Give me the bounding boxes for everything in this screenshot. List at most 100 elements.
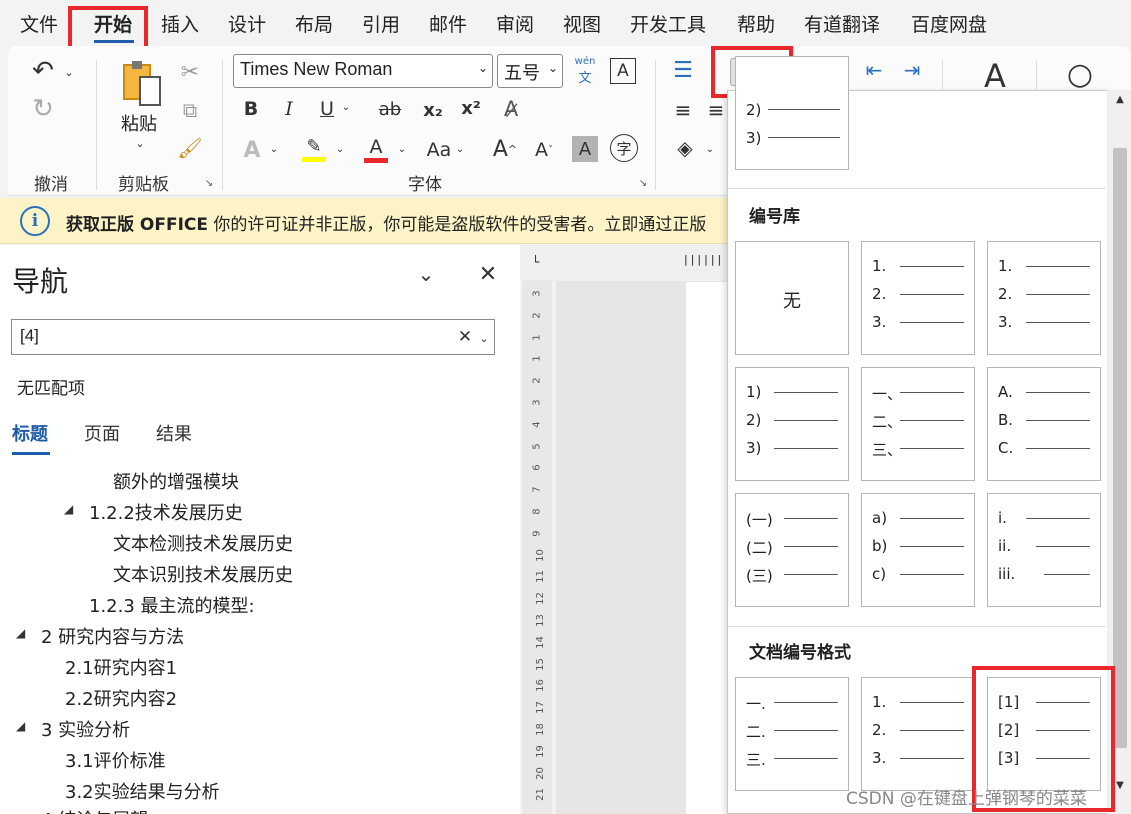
notification-message: 你的许可证并非正版，你可能是盗版软件的受害者。立即通过正版 [208, 215, 707, 235]
font-name-select[interactable]: Times New Roman ⌄ [233, 54, 493, 88]
scroll-up-icon[interactable]: ▲ [1112, 92, 1128, 106]
undo-icon[interactable]: ↶ [28, 56, 58, 86]
menu-review[interactable]: 审阅 [496, 10, 534, 37]
collapse-triangle-icon[interactable]: ◢ [16, 626, 25, 640]
copy-icon[interactable]: ⧉ [176, 96, 204, 124]
numbering-format-tile[interactable]: 1. 2. 3. [861, 241, 975, 355]
collapse-triangle-icon[interactable]: ◢ [16, 719, 25, 733]
menu-youdao[interactable]: 有道翻译 [804, 10, 880, 37]
numbering-format-tile[interactable]: i. ii. iii. [987, 493, 1101, 607]
superscript-button[interactable]: x² [456, 94, 486, 122]
tab-headings[interactable]: 标题 [12, 420, 48, 446]
search-options-chevron-icon[interactable]: ⌄ [477, 328, 491, 348]
font-color-dropdown-icon[interactable]: ⌄ [396, 142, 408, 156]
numbering-format-tile[interactable]: (一) (二) (三) [735, 493, 849, 607]
heading-item[interactable]: 3 实验分析 [41, 716, 130, 742]
menu-layout[interactable]: 布局 [295, 10, 333, 37]
numbering-format-tile[interactable]: 一. 二. 三. [735, 677, 849, 791]
numbering-none-tile[interactable]: 无 [735, 241, 849, 355]
character-shading-button[interactable]: A [572, 136, 598, 162]
menu-baidu[interactable]: 百度网盘 [911, 10, 987, 37]
redo-icon[interactable]: ↻ [28, 94, 58, 124]
shading-icon[interactable]: ◈ [668, 134, 702, 162]
numbering-format-tile[interactable]: 1. 2. 3. [987, 241, 1101, 355]
ruler-corner: └ [520, 245, 556, 281]
underline-dropdown-icon[interactable]: ⌄ [340, 100, 352, 114]
document-page[interactable] [686, 282, 728, 814]
shrink-font-letter: A [535, 139, 548, 161]
clipboard-launcher-icon[interactable]: ↘ [202, 176, 216, 190]
font-launcher-icon[interactable]: ↘ [636, 176, 650, 190]
highlight-icon[interactable]: ✎ [300, 134, 328, 164]
align-center-icon[interactable]: ≡ [706, 96, 726, 124]
close-icon[interactable]: ✕ [474, 260, 502, 288]
phonetic-guide-icon[interactable]: wén 文 [572, 56, 598, 86]
numbering-format-tile[interactable]: 1. 2. 3. [861, 677, 975, 791]
numbering-format-tile[interactable]: A. B. C. [987, 367, 1101, 481]
heading-item[interactable]: 2.1研究内容1 [65, 654, 177, 680]
paste-icon[interactable] [118, 58, 166, 108]
ruler-number: 16 [534, 679, 546, 693]
clear-formatting-icon[interactable]: A̷ [496, 94, 526, 124]
change-case-button[interactable]: Aa [422, 136, 456, 164]
tile-row-label: A. [998, 383, 1013, 401]
ruler-number: 3 [531, 290, 543, 297]
menu-design[interactable]: 设计 [228, 10, 266, 37]
heading-item[interactable]: 4 结论与展望 [41, 806, 148, 814]
heading-item[interactable]: 2.2研究内容2 [65, 685, 177, 711]
grow-font-button[interactable]: A ^ [490, 134, 520, 164]
enclose-characters-button[interactable]: 字 [610, 134, 638, 162]
font-color-icon[interactable]: A [362, 134, 390, 164]
character-border-icon[interactable]: A [610, 58, 636, 84]
menu-view[interactable]: 视图 [563, 10, 601, 37]
strikethrough-button[interactable]: ab [374, 96, 406, 122]
menu-insert[interactable]: 插入 [161, 10, 199, 37]
format-painter-icon[interactable]: 🖌 [176, 134, 204, 162]
collapse-triangle-icon[interactable]: ◢ [64, 502, 73, 516]
heading-item[interactable]: 额外的增强模块 [113, 468, 239, 494]
highlight-dropdown-icon[interactable]: ⌄ [334, 142, 346, 156]
numbering-format-tile[interactable]: a) b) c) [861, 493, 975, 607]
numbering-format-tile[interactable]: 1) 2) 3) [735, 367, 849, 481]
bold-button[interactable]: B [238, 96, 264, 122]
tile-line [900, 392, 964, 393]
heading-item[interactable]: 3.1评价标准 [65, 747, 166, 773]
menu-file[interactable]: 文件 [20, 10, 58, 37]
menu-references[interactable]: 引用 [362, 10, 400, 37]
heading-item[interactable]: 1.2.3 最主流的模型: [89, 592, 255, 618]
paste-dropdown-icon[interactable]: ⌄ [132, 136, 148, 150]
menu-developer[interactable]: 开发工具 [630, 10, 706, 37]
horizontal-ruler: |||||| [556, 245, 728, 281]
heading-item[interactable]: 3.2实验结果与分析 [65, 778, 220, 804]
subscript-button[interactable]: x₂ [418, 96, 448, 124]
menu-bar: 文件 开始 插入 设计 布局 引用 邮件 审阅 视图 开发工具 帮助 有道翻译 … [0, 0, 1131, 50]
bullets-icon[interactable]: ☰ [668, 56, 698, 84]
tile-row-label: (二) [746, 539, 773, 557]
tab-selector-icon[interactable]: └ [532, 255, 539, 269]
underline-button[interactable]: U [314, 96, 340, 122]
tab-results[interactable]: 结果 [156, 420, 192, 446]
heading-item[interactable]: 1.2.2技术发展历史 [89, 499, 243, 525]
menu-mailings[interactable]: 邮件 [429, 10, 467, 37]
italic-button[interactable]: I [276, 96, 302, 122]
numbering-format-tile[interactable]: 一、 二、 三、 [861, 367, 975, 481]
heading-item[interactable]: 2 研究内容与方法 [41, 623, 184, 649]
shrink-font-button[interactable]: Aˇ [530, 136, 558, 164]
text-effects-icon[interactable]: A [238, 136, 266, 164]
tab-pages[interactable]: 页面 [84, 420, 120, 446]
clear-search-icon[interactable]: ✕ [455, 326, 475, 348]
heading-item[interactable]: 文本检测技术发展历史 [113, 530, 293, 556]
gallery-scroll-thumb[interactable] [1113, 148, 1127, 748]
menu-help[interactable]: 帮助 [737, 10, 775, 37]
undo-dropdown-icon[interactable]: ⌄ [62, 62, 76, 82]
heading-item[interactable]: 文本识别技术发展历史 [113, 561, 293, 587]
nav-search-input[interactable]: [4] [11, 319, 495, 355]
change-case-dropdown-icon[interactable]: ⌄ [454, 142, 466, 156]
cut-icon[interactable]: ✂ [176, 58, 204, 86]
nav-options-chevron-icon[interactable]: ⌄ [412, 262, 440, 286]
shading-dropdown-icon[interactable]: ⌄ [704, 142, 716, 156]
font-size-select[interactable]: 五号 ⌄ [497, 54, 563, 88]
paste-label[interactable]: 粘贴 [121, 110, 157, 136]
align-left-icon[interactable]: ≡ [668, 96, 698, 124]
text-effects-dropdown-icon[interactable]: ⌄ [268, 142, 280, 156]
